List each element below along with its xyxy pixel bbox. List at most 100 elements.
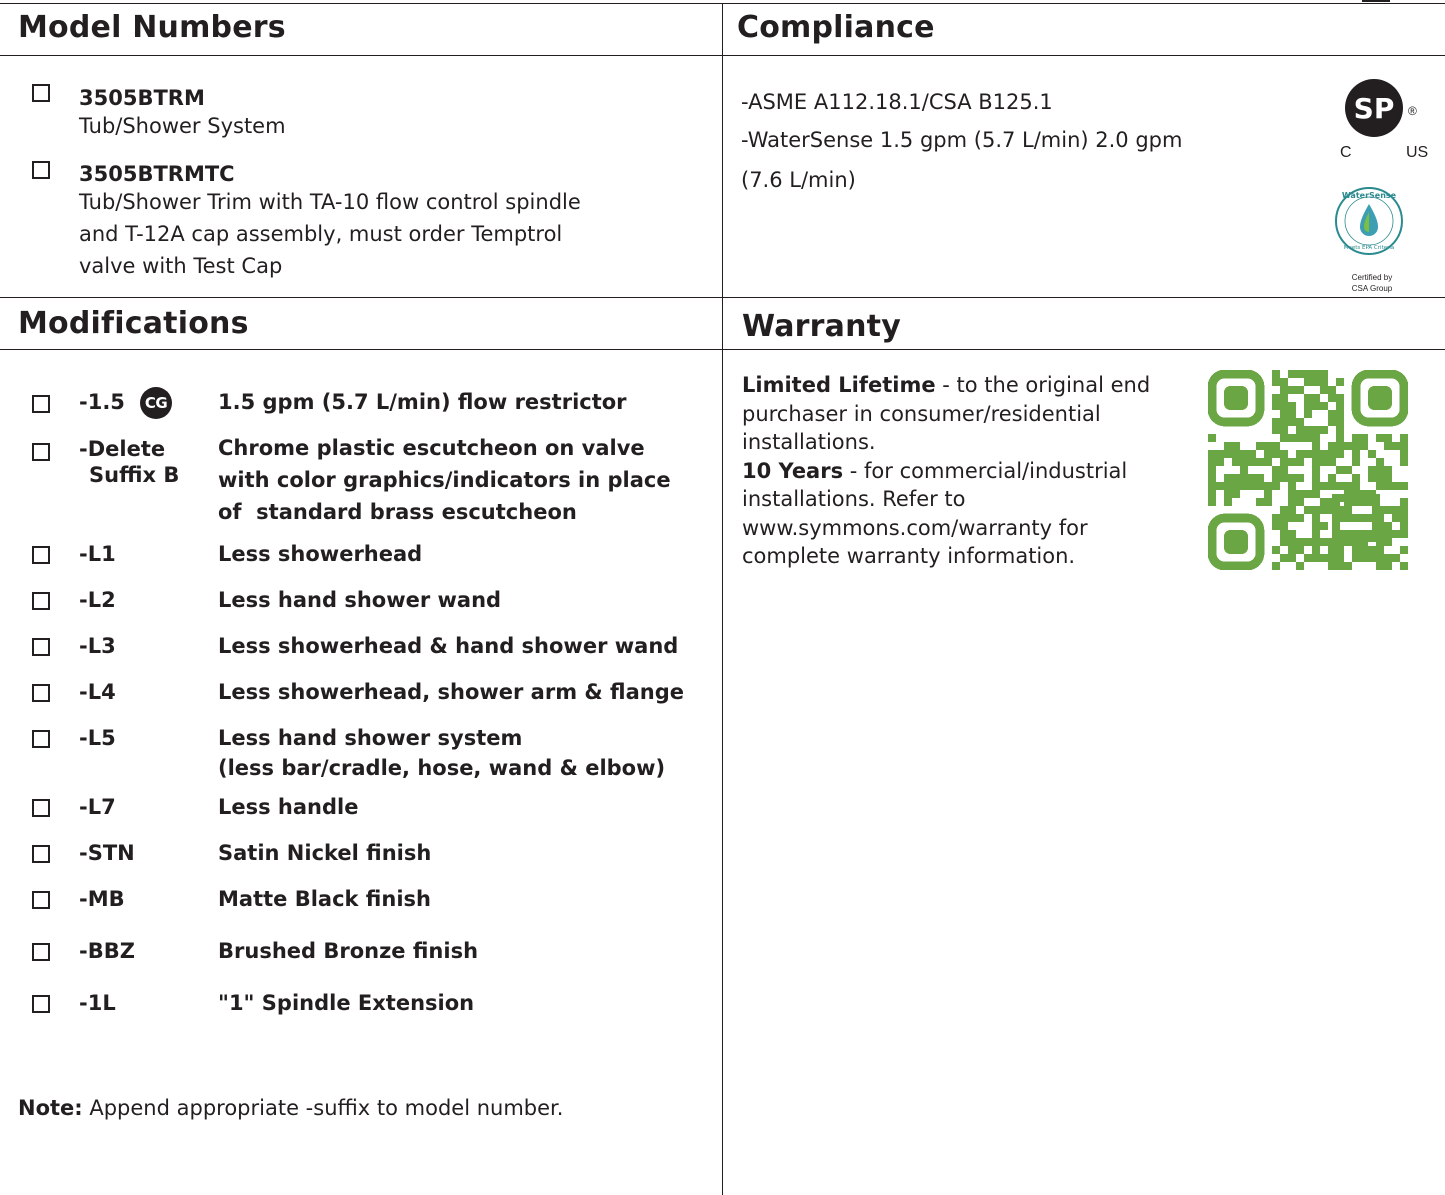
qr-module [1272,402,1280,410]
warranty-years-text-3: www.symmons.com/warranty for [742,515,1088,540]
qr-module [1328,418,1336,426]
mod-desc-bbz: Brushed Bronze finish [218,939,479,963]
qr-module [1288,418,1296,426]
qr-module [1288,474,1296,482]
qr-module [1344,466,1352,474]
qr-module [1320,554,1328,562]
qr-module [1328,546,1336,554]
mod-checkbox-l5[interactable] [32,730,50,748]
qr-module [1312,522,1320,530]
qr-module [1360,554,1368,562]
model-code-3505btrm: 3505BTRM [79,86,205,110]
qr-module [1312,506,1320,514]
qr-module [1272,394,1280,402]
mod-checkbox-l4[interactable] [32,684,50,702]
qr-module [1288,530,1296,538]
qr-module [1272,522,1280,530]
qr-module [1280,378,1288,386]
qr-module [1344,506,1352,514]
qr-module [1328,442,1336,450]
qr-module [1256,474,1264,482]
qr-module [1296,546,1304,554]
qr-module [1360,514,1368,522]
qr-module [1224,490,1232,498]
mod-checkbox-delete-suffix-b[interactable] [32,443,50,461]
compliance-line-1: -ASME A112.18.1/CSA B125.1 [741,90,1053,114]
qr-module [1312,450,1320,458]
qr-module [1352,474,1360,482]
mod-checkbox-l1[interactable] [32,546,50,564]
qr-module [1272,426,1280,434]
qr-module [1304,434,1312,442]
qr-module [1288,514,1296,522]
mod-code-delete-line2: Suffix B [89,463,180,487]
qr-module [1304,490,1312,498]
note-text: Append appropriate -suffix to model numb… [82,1096,564,1120]
qr-module [1400,450,1408,458]
qr-module [1344,562,1352,570]
qr-module [1336,394,1344,402]
qr-module [1384,538,1392,546]
qr-module [1312,530,1320,538]
qr-module [1312,378,1320,386]
qr-module [1264,450,1272,458]
qr-module [1392,530,1400,538]
mod-checkbox-l7[interactable] [32,799,50,817]
qr-module [1280,474,1288,482]
column-divider [722,3,723,1195]
qr-module [1312,426,1320,434]
qr-finder-inner [1368,386,1392,410]
qr-module [1312,394,1320,402]
qr-module [1280,522,1288,530]
qr-module [1304,426,1312,434]
qr-module [1368,450,1376,458]
qr-module [1280,514,1288,522]
qr-finder-inner [1224,530,1248,554]
qr-module [1336,442,1344,450]
mod-checkbox-stn[interactable] [32,845,50,863]
qr-module [1400,434,1408,442]
compliance-title: Compliance [737,10,935,45]
qr-module [1384,482,1392,490]
qr-module [1248,482,1256,490]
mod-desc-delete-line2: with color graphics/indicators in place [218,468,671,492]
qr-module [1384,522,1392,530]
watersense-bottom-text: Meets EPA Criteria [1344,245,1395,251]
mod-checkbox-mb[interactable] [32,891,50,909]
qr-module [1304,370,1312,378]
qr-module [1272,418,1280,426]
qr-module [1312,434,1320,442]
qr-module [1344,442,1352,450]
qr-module [1224,482,1232,490]
warranty-years-label: 10 Years [742,458,844,483]
qr-module [1312,402,1320,410]
qr-module [1376,466,1384,474]
qr-module [1272,378,1280,386]
model-checkbox-3505btrm[interactable] [32,84,50,102]
qr-module [1272,482,1280,490]
mod-checkbox-bbz[interactable] [32,943,50,961]
qr-module [1304,410,1312,418]
csa-mark-text: SP [1354,92,1395,125]
mod-checkbox-l2[interactable] [32,592,50,610]
qr-module [1400,482,1408,490]
qr-module [1264,482,1272,490]
qr-module [1336,546,1344,554]
model-checkbox-3505btrmtc[interactable] [32,161,50,179]
certified-by-line1: Certified by [1351,273,1393,282]
qr-module [1336,418,1344,426]
qr-module [1304,450,1312,458]
warranty-qr-code[interactable] [1208,370,1408,570]
qr-module [1256,482,1264,490]
qr-finder-inner [1224,386,1248,410]
qr-module [1296,514,1304,522]
qr-module [1272,370,1280,378]
mod-checkbox-1-5[interactable] [32,395,50,413]
mod-checkbox-1l[interactable] [32,995,50,1013]
qr-module [1312,554,1320,562]
mod-code-bbz: -BBZ [79,939,135,963]
csa-us-label: US [1406,144,1429,161]
qr-module [1208,458,1216,466]
qr-module [1208,466,1216,474]
mod-checkbox-l3[interactable] [32,638,50,656]
